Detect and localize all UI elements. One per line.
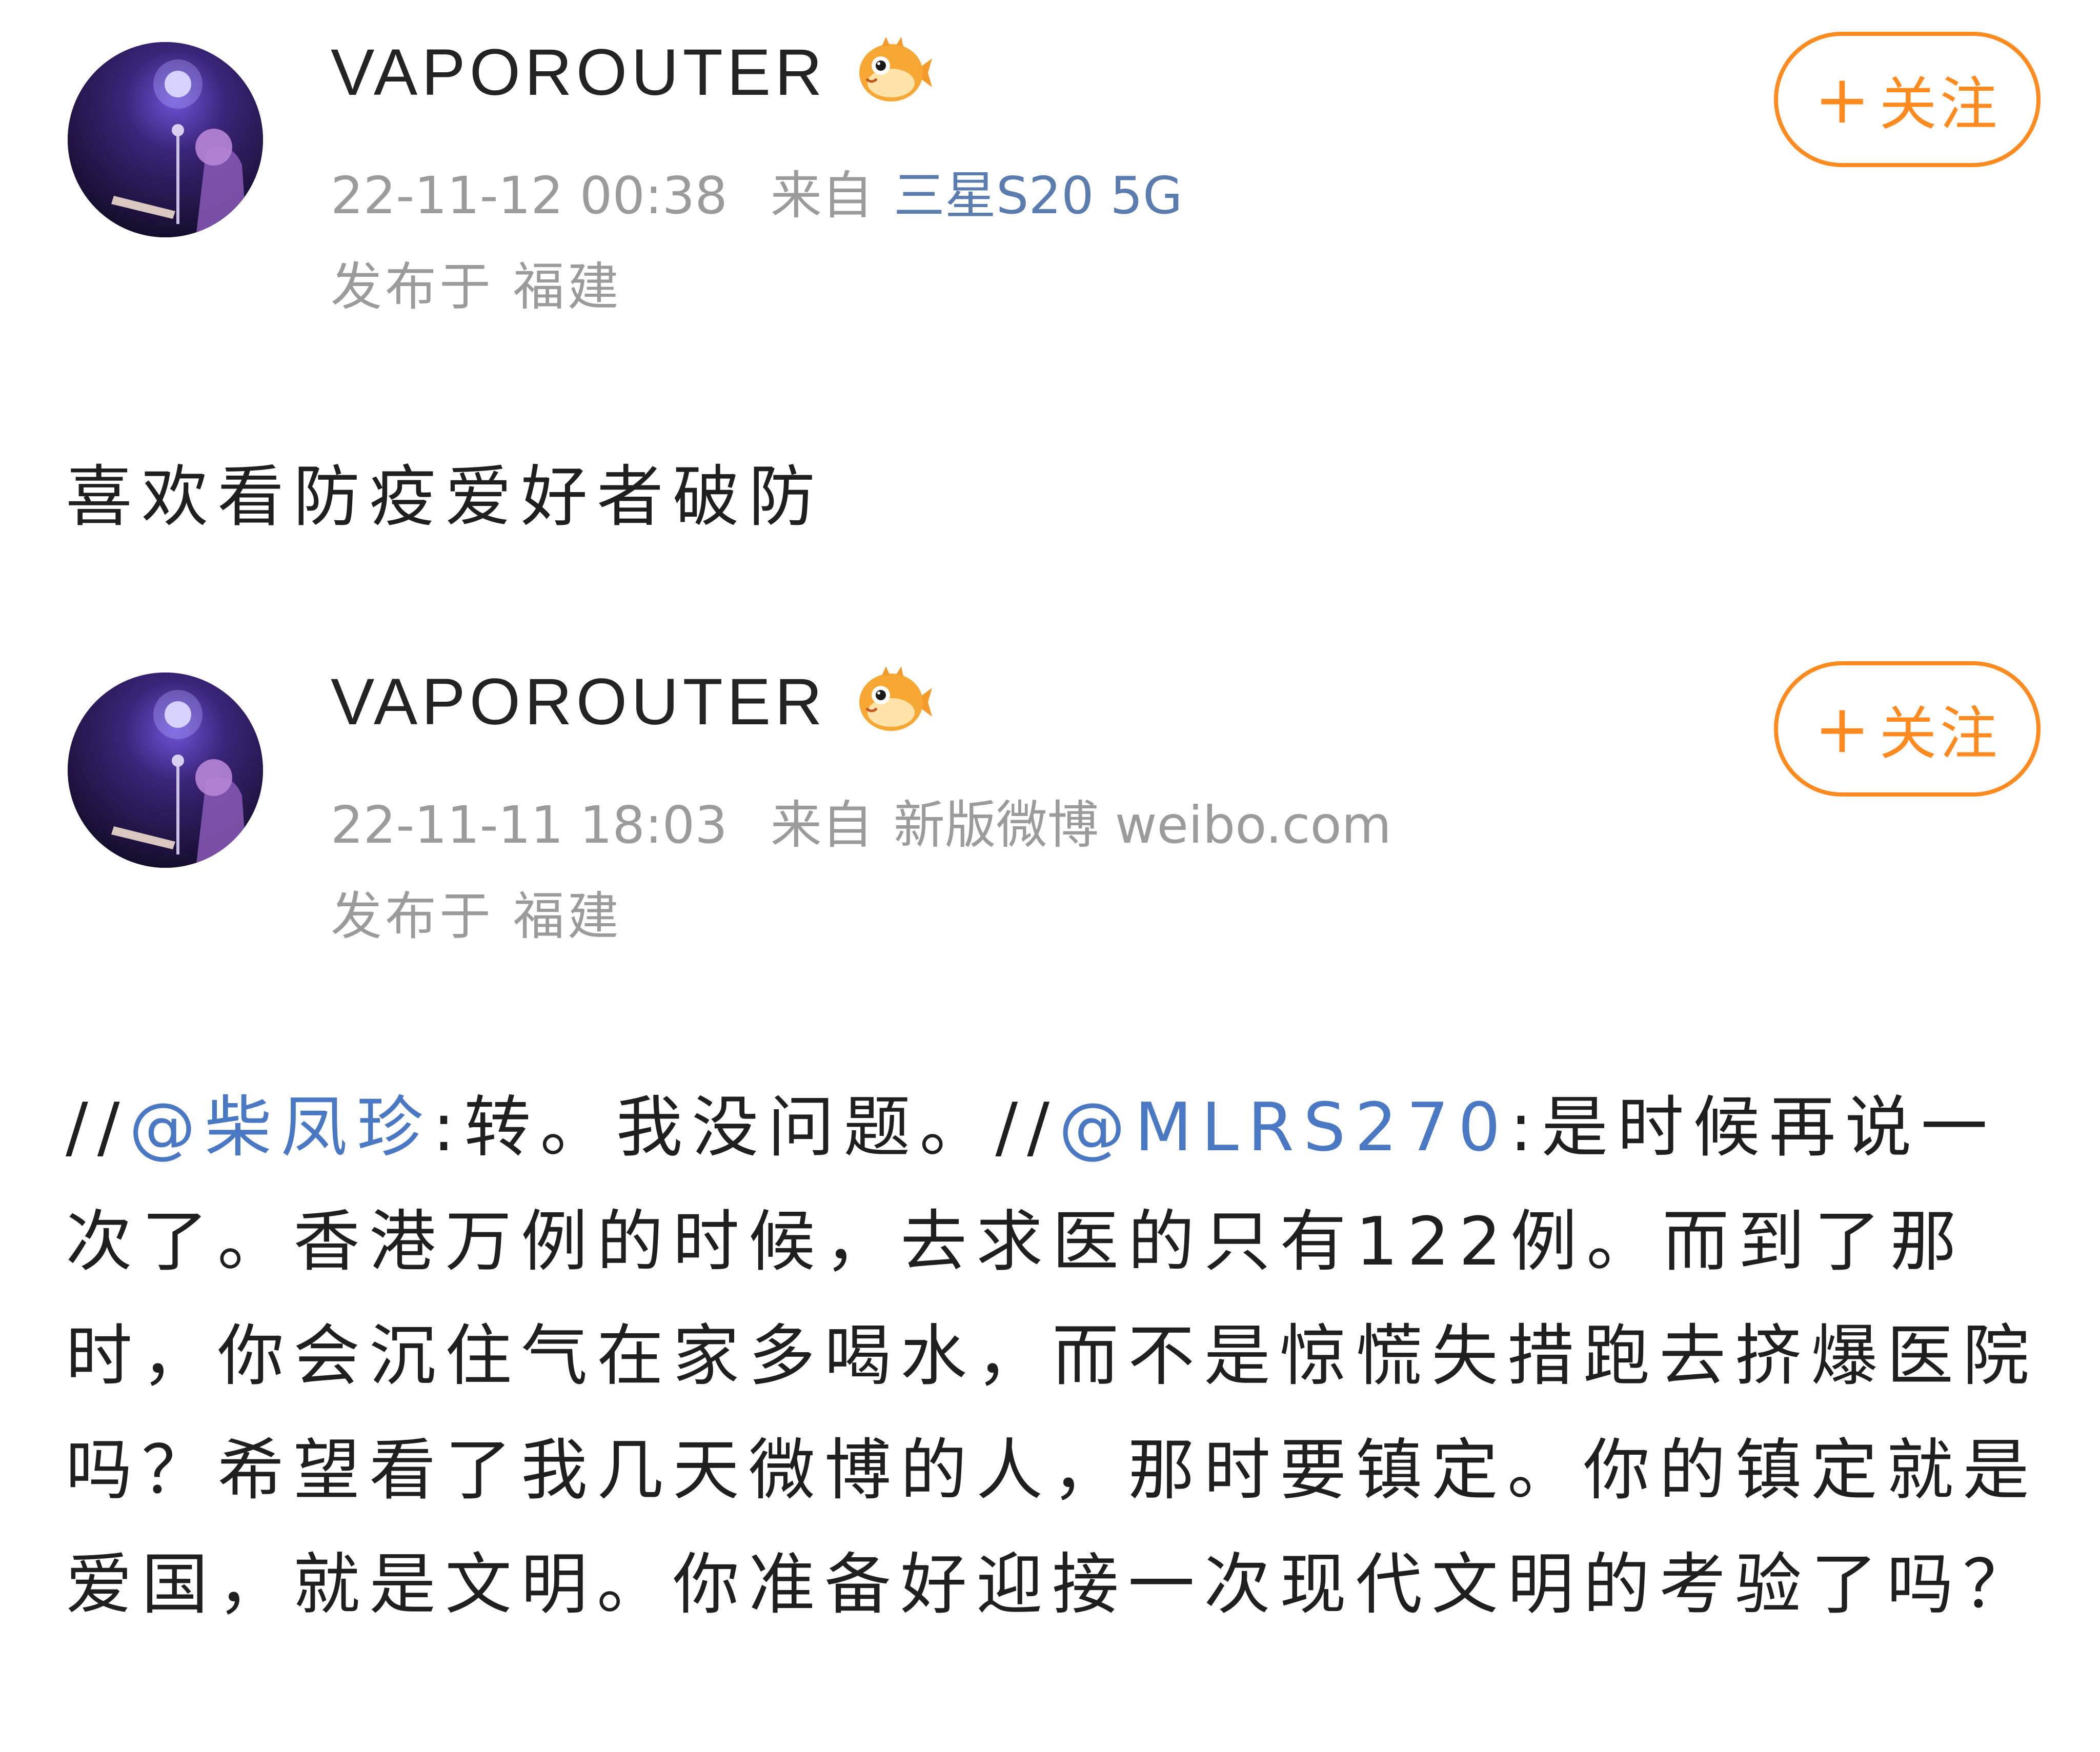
avatar-image	[68, 673, 263, 868]
username[interactable]: VAPOROUTER	[331, 664, 826, 740]
plus-icon: +	[1814, 60, 1873, 138]
repost-prefix: //	[66, 1088, 129, 1166]
mention-link[interactable]: @柴凤珍	[129, 1088, 433, 1166]
avatar[interactable]	[68, 42, 263, 237]
avatar[interactable]	[68, 673, 263, 868]
timestamp: 22-11-11 18:03	[331, 795, 728, 855]
post-meta: 22-11-11 18:03 来自 新版微博 weibo.com	[331, 783, 1391, 858]
post-meta: 22-11-12 00:38 来自 三星S20 5G	[331, 154, 1183, 228]
avatar-image	[68, 42, 263, 237]
post-content: //@柴凤珍:转。我没问题。//@MLRS270:是时候再说一次了。香港万例的时…	[66, 1070, 2045, 1642]
post-content: 喜欢看防疫爱好者破防	[66, 440, 2045, 554]
source-link[interactable]: 三星S20 5G	[894, 166, 1183, 226]
mention-link[interactable]: @MLRS270	[1059, 1088, 1510, 1166]
follow-button[interactable]: + 关注	[1774, 32, 2041, 167]
from-label: 来自	[770, 166, 873, 226]
follow-label: 关注	[1879, 701, 2001, 767]
source-text[interactable]: 新版微博 weibo.com	[894, 795, 1391, 855]
from-label: 来自	[770, 795, 873, 855]
plus-icon: +	[1814, 690, 1873, 768]
timestamp: 22-11-12 00:38	[331, 166, 728, 226]
pufferfish-icon	[859, 666, 932, 731]
post-text: :是时候再说一次了。香港万例的时候，去求医的只有122例。而到了那时，你会沉住气…	[66, 1088, 2039, 1623]
post-text: :转。我没问题。//	[432, 1088, 1059, 1166]
pufferfish-icon	[859, 37, 932, 101]
location: 发布于 福建	[331, 257, 622, 317]
post-text: 喜欢看防疫爱好者破防	[66, 458, 825, 536]
follow-label: 关注	[1879, 71, 2001, 138]
username[interactable]: VAPOROUTER	[331, 35, 826, 110]
location: 发布于 福建	[331, 886, 622, 946]
follow-button[interactable]: + 关注	[1774, 661, 2041, 797]
